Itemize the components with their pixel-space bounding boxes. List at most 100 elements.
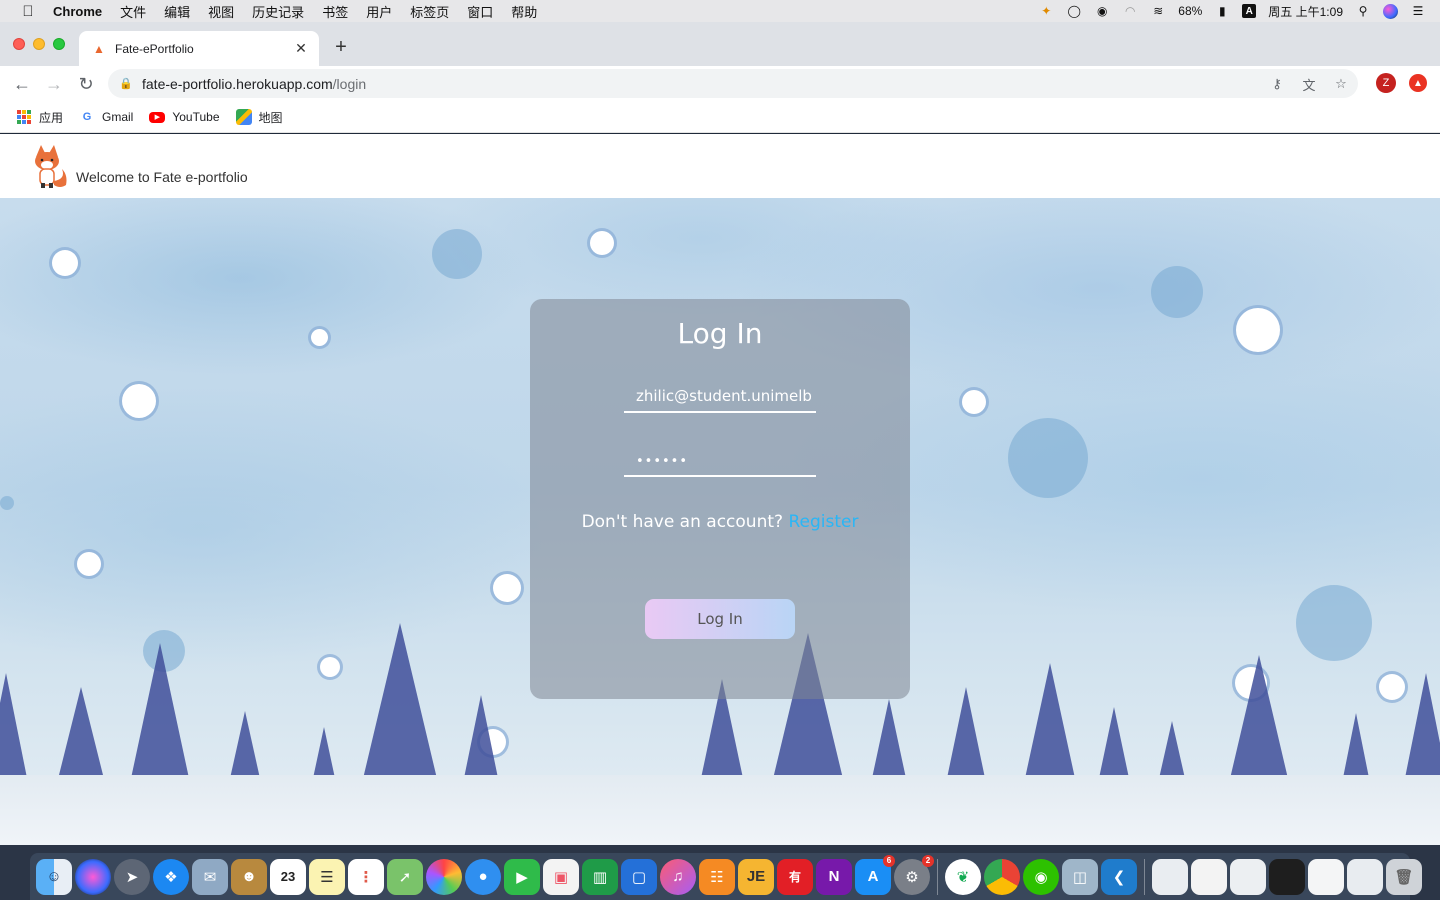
mongodb-compass-icon[interactable]: ❦: [945, 858, 981, 895]
menu-history[interactable]: 历史记录: [252, 2, 304, 21]
password-field[interactable]: ••••••: [624, 445, 816, 477]
browser-tab-active[interactable]: ▲ Fate-ePortfolio ✕: [79, 31, 319, 66]
menu-file[interactable]: 文件: [120, 2, 146, 21]
translate-icon[interactable]: 文: [1300, 75, 1318, 93]
intellij-icon[interactable]: JE: [738, 858, 774, 895]
address-bar[interactable]: 🔒 fate-e-portfolio.herokuapp.com/login ⚷…: [108, 69, 1358, 98]
maps-icon: [235, 109, 252, 125]
window-minimize-button[interactable]: [33, 38, 45, 50]
lock-icon[interactable]: 🔒: [119, 77, 133, 91]
jetbrains-status-icon[interactable]: ✦: [1038, 4, 1054, 18]
snowflake-decoration: [311, 329, 328, 346]
menu-people[interactable]: 用户: [366, 2, 392, 21]
siri-icon[interactable]: [1383, 3, 1398, 19]
maps-dock-icon[interactable]: ➚: [387, 858, 423, 895]
pine-tree-decoration: [130, 643, 190, 783]
pine-tree-decoration: [1404, 673, 1440, 783]
menu-bar-status-area: ✦ ◯ ◉ ◠ ≋ 68% ▮ A 周五 上午1:09 ⚲ ☰: [1038, 0, 1426, 22]
keynote-icon[interactable]: ▢: [621, 858, 657, 895]
battery-icon[interactable]: ▮: [1214, 4, 1230, 18]
profile-avatar[interactable]: Z: [1376, 73, 1396, 93]
email-input-value[interactable]: zhilic@student.unimelb: [636, 387, 812, 405]
contacts-icon[interactable]: ☻: [231, 858, 267, 895]
apple-menu-icon[interactable]: : [17, 0, 39, 22]
minimized-window-thumbnail[interactable]: [1269, 858, 1305, 895]
menu-bar-clock[interactable]: 周五 上午1:09: [1268, 3, 1343, 20]
facetime-icon[interactable]: ▶: [504, 858, 540, 895]
photos-icon[interactable]: [426, 858, 462, 895]
sync-status-icon[interactable]: ◠: [1122, 4, 1138, 18]
login-heading: Log In: [677, 317, 763, 350]
password-input-value[interactable]: ••••••: [636, 454, 688, 469]
wechat-status-icon[interactable]: ◉: [1094, 4, 1110, 18]
minimized-window-thumbnail[interactable]: [1152, 858, 1188, 895]
menu-view[interactable]: 视图: [208, 2, 234, 21]
wifi-icon[interactable]: ≋: [1150, 4, 1166, 18]
bookmark-label: 地图: [258, 110, 283, 125]
messages-icon[interactable]: ●: [465, 858, 501, 895]
numbers-icon[interactable]: ▥: [582, 858, 618, 895]
extension-icon[interactable]: ▲: [1409, 74, 1427, 92]
chrome-icon[interactable]: [984, 858, 1020, 895]
siri-dock-icon[interactable]: [75, 858, 111, 895]
bookmark-star-icon[interactable]: ☆: [1332, 75, 1350, 93]
app-store-icon[interactable]: A6: [855, 854, 895, 895]
bookmark-gmail[interactable]: G Gmail: [79, 109, 134, 125]
finder-icon[interactable]: ☺: [36, 858, 72, 895]
trash-icon[interactable]: 🗑: [1386, 858, 1422, 895]
snowflake-decoration: [77, 552, 101, 576]
menu-app-name[interactable]: Chrome: [53, 4, 102, 19]
window-fullscreen-button[interactable]: [53, 38, 65, 50]
vscode-icon[interactable]: ❮: [1101, 858, 1137, 895]
wechat-icon[interactable]: ◉: [1023, 858, 1059, 895]
reminders-icon[interactable]: ⋮: [348, 858, 384, 895]
calendar-icon[interactable]: 23: [270, 858, 306, 895]
menu-window[interactable]: 窗口: [467, 2, 493, 21]
reload-icon[interactable]: ↻: [74, 72, 98, 96]
fox-logo-icon[interactable]: [32, 143, 70, 189]
tab-close-icon[interactable]: ✕: [293, 40, 309, 57]
pine-tree-decoration: [1158, 721, 1186, 783]
password-key-icon[interactable]: ⚷: [1268, 75, 1286, 93]
window-close-button[interactable]: [13, 38, 25, 50]
safari-icon[interactable]: ❖: [153, 858, 189, 895]
pine-tree-decoration: [362, 623, 438, 783]
email-field[interactable]: zhilic@student.unimelb: [624, 381, 816, 413]
preview-icon[interactable]: ◫: [1062, 858, 1098, 895]
snowflake-decoration: [320, 657, 340, 677]
new-tab-plus-icon[interactable]: +: [330, 36, 352, 58]
menu-tab[interactable]: 标签页: [410, 2, 449, 21]
spotlight-search-icon[interactable]: ⚲: [1355, 4, 1371, 18]
notes-icon[interactable]: ☰: [309, 858, 345, 895]
minimized-window-thumbnail[interactable]: [1230, 858, 1266, 895]
login-submit-button[interactable]: Log In: [645, 599, 795, 639]
menu-edit[interactable]: 编辑: [164, 2, 190, 21]
music-icon[interactable]: ♫: [660, 858, 696, 895]
books-icon[interactable]: ☷: [699, 858, 735, 895]
bookmark-maps[interactable]: 地图: [235, 109, 283, 126]
bookmark-youtube[interactable]: ▶ YouTube: [149, 110, 220, 124]
menu-help[interactable]: 帮助: [511, 2, 537, 21]
register-prompt: Don't have an account? Register: [530, 512, 910, 532]
youdao-dictionary-icon[interactable]: 有: [777, 858, 813, 895]
back-arrow-icon[interactable]: ←: [10, 72, 34, 96]
mail-stamp-icon[interactable]: ✉: [192, 858, 228, 895]
bookmarks-bar: 应用 G Gmail ▶ YouTube 地图: [0, 102, 1440, 133]
google-icon: G: [82, 111, 92, 123]
bookmark-apps[interactable]: 应用: [16, 109, 63, 126]
qq-status-icon[interactable]: ◯: [1066, 4, 1082, 18]
minimized-window-thumbnail[interactable]: [1308, 858, 1344, 895]
forward-arrow-icon[interactable]: →: [42, 72, 66, 96]
pine-tree-decoration: [1342, 713, 1370, 783]
menu-bookmarks[interactable]: 书签: [322, 2, 348, 21]
photo-booth-icon[interactable]: ▣: [543, 858, 579, 895]
input-method-icon[interactable]: A: [1242, 4, 1257, 18]
system-preferences-icon[interactable]: ⚙ 2: [894, 854, 934, 895]
minimized-window-thumbnail[interactable]: [1191, 858, 1227, 895]
launchpad-icon[interactable]: ➤: [114, 858, 150, 895]
winter-background: Log In zhilic@student.unimelb •••••• Don…: [0, 198, 1440, 845]
register-link[interactable]: Register: [788, 512, 858, 532]
notification-center-icon[interactable]: ☰: [1410, 4, 1426, 18]
onenote-icon[interactable]: N: [816, 858, 852, 895]
minimized-window-thumbnail[interactable]: [1347, 858, 1383, 895]
